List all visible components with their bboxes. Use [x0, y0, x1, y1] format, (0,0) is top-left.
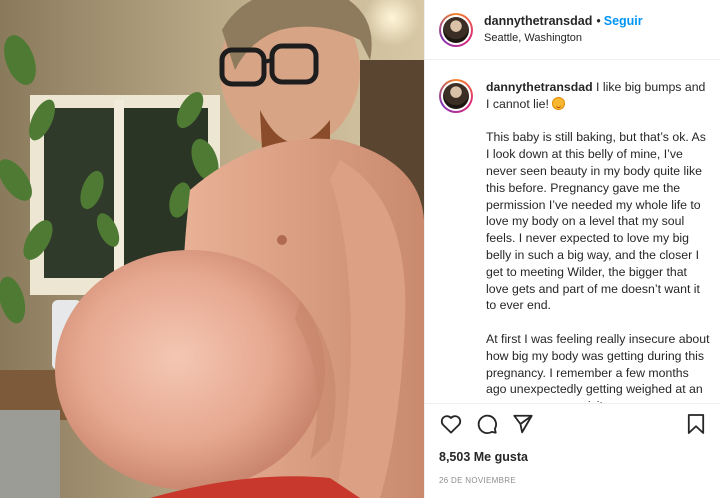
post-photo-image — [0, 0, 424, 498]
username-link[interactable]: dannythetransdad — [484, 14, 592, 28]
comment-icon[interactable] — [475, 412, 499, 436]
header-text: dannythetransdad • Seguir Seattle, Washing… — [484, 14, 643, 45]
profile-avatar-icon[interactable] — [439, 12, 473, 47]
action-icons — [439, 404, 708, 444]
post-date[interactable]: 26 DE NOVIEMBRE — [439, 476, 708, 485]
likes-count[interactable]: 8,503 Me gusta — [439, 450, 708, 464]
smiling-face-with-heart-eyes-icon — [552, 96, 566, 110]
caption-row: dannythetransdad I like big bumps and I … — [439, 79, 710, 403]
avatar-image — [443, 16, 469, 43]
caption-avatar-icon[interactable] — [439, 79, 473, 113]
caption-paragraph: At first I was feeling really insecure a… — [486, 331, 710, 403]
caption-text: dannythetransdad I like big bumps and I … — [486, 79, 710, 403]
caption-username-link[interactable]: dannythetransdad — [486, 80, 593, 94]
comments-area[interactable]: dannythetransdad I like big bumps and I … — [425, 61, 720, 403]
caption-paragraph: This baby is still baking, but that’s ok… — [486, 130, 706, 313]
avatar-image — [443, 83, 469, 109]
separator-dot: • — [596, 13, 601, 28]
post-sidebar: dannythetransdad • Seguir Seattle, Washing… — [424, 0, 720, 498]
post-header: dannythetransdad • Seguir Seattle, Washing… — [425, 0, 720, 60]
share-icon[interactable] — [511, 412, 535, 436]
bookmark-icon[interactable] — [684, 412, 708, 436]
heart-icon[interactable] — [439, 412, 463, 436]
instagram-post: dannythetransdad • Seguir Seattle, Washing… — [0, 0, 720, 498]
post-photo[interactable] — [0, 0, 424, 498]
follow-button[interactable]: Seguir — [604, 14, 643, 28]
actions-bar: 8,503 Me gusta 26 DE NOVIEMBRE — [425, 403, 720, 498]
location-link[interactable]: Seattle, Washington — [484, 32, 643, 45]
